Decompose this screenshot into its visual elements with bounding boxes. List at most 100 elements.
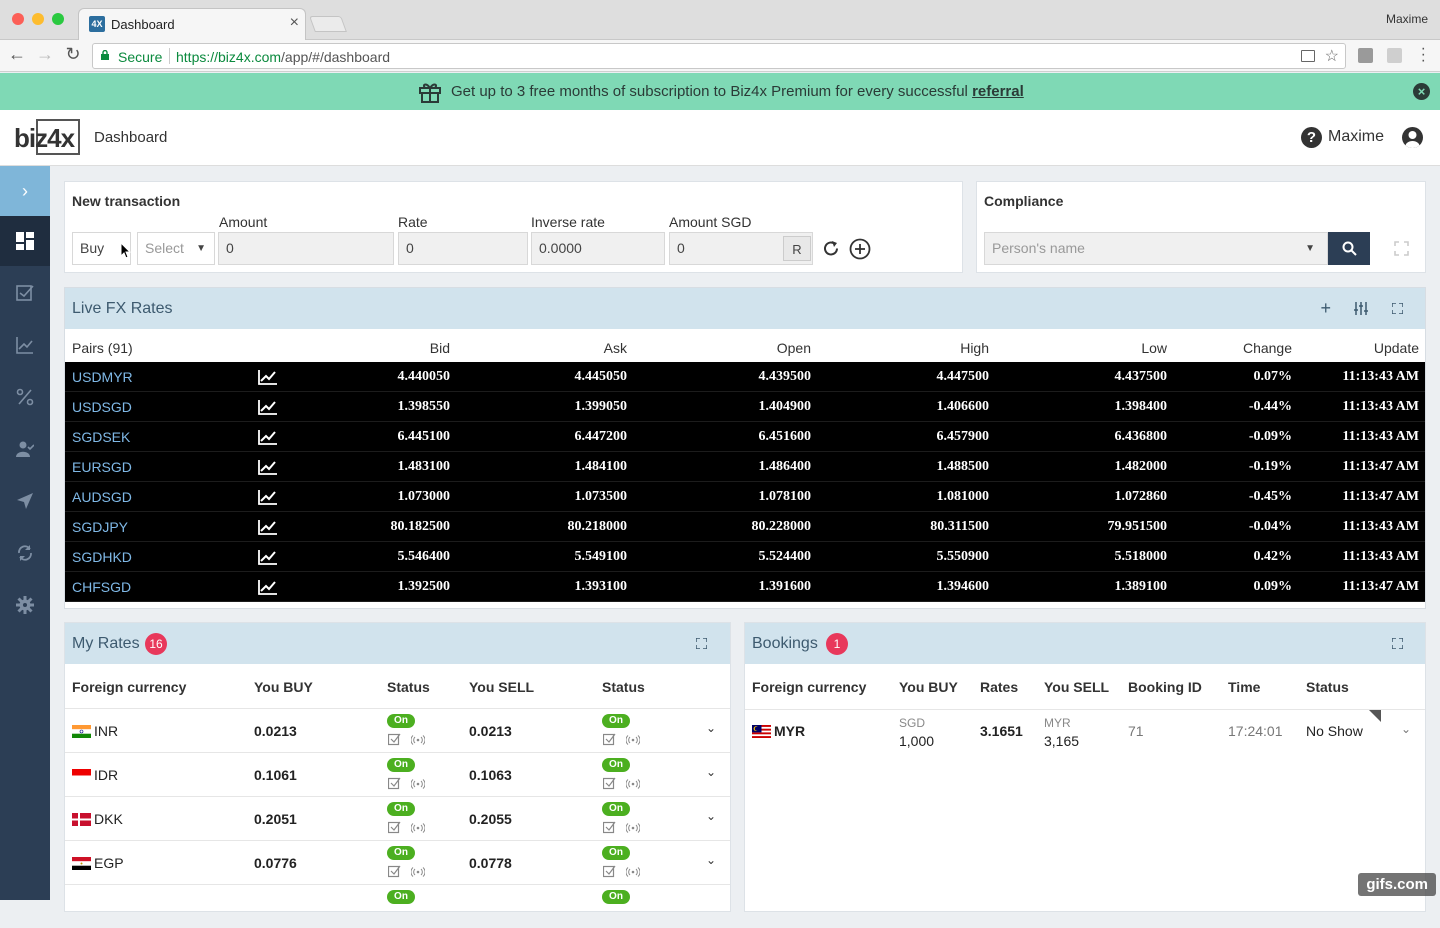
col-pairs[interactable]: Pairs (91) [72,340,133,356]
rate-input[interactable]: 0 [398,232,528,265]
fx-row[interactable]: CHFSGD1.3925001.3931001.3916001.3946001.… [65,572,1425,602]
fx-pair[interactable]: CHFSGD [72,579,131,595]
rate-buy-value[interactable]: 0.0776 [254,855,297,871]
status-on-pill[interactable]: On [387,758,415,772]
r-button[interactable]: R [783,236,811,261]
checkbox-icon[interactable] [388,733,401,746]
chart-icon[interactable] [258,489,278,505]
fx-pair[interactable]: AUDSGD [72,489,132,505]
fx-pair[interactable]: SGDJPY [72,519,128,535]
status-on-pill[interactable]: On [602,890,630,904]
user-avatar-icon[interactable] [1402,127,1423,148]
col-ask[interactable]: Ask [604,340,627,356]
sidebar-item-sync[interactable] [0,528,50,578]
rate-row[interactable]: IDR0.1061On0.1063On⌄ [65,752,730,796]
checkbox-icon[interactable] [603,777,616,790]
chart-icon[interactable] [258,429,278,445]
col-update[interactable]: Update [1374,340,1419,356]
fx-pair[interactable]: USDMYR [72,369,133,385]
sliders-icon[interactable] [1354,302,1368,315]
chart-icon[interactable] [258,459,278,475]
chevron-down-icon[interactable]: ⌄ [706,809,716,823]
sidebar-item-customers[interactable] [0,424,50,474]
fx-row[interactable]: EURSGD1.4831001.4841001.4864001.4885001.… [65,452,1425,482]
fx-row[interactable]: SGDHKD5.5464005.5491005.5244005.5509005.… [65,542,1425,572]
expand-icon[interactable] [1394,241,1409,256]
fx-pair[interactable]: EURSGD [72,459,132,475]
sidebar-item-settings[interactable] [0,580,50,630]
rate-buy-value[interactable]: 0.2051 [254,811,297,827]
broadcast-icon[interactable] [626,823,640,833]
fx-pair[interactable]: USDSGD [72,399,132,415]
status-on-pill[interactable]: On [602,758,630,772]
referral-link[interactable]: referral [972,83,1024,100]
status-on-pill[interactable]: On [602,802,630,816]
minimize-window-button[interactable] [32,13,44,25]
currency-select[interactable]: Select▼ [137,232,215,265]
expand-icon[interactable] [696,638,707,649]
inverse-rate-input[interactable]: 0.0000 [531,232,665,265]
status-on-pill[interactable]: On [602,714,630,728]
refresh-icon[interactable] [822,239,841,258]
rate-row-partial[interactable]: On On [65,884,730,928]
status-on-pill[interactable]: On [387,802,415,816]
chart-icon[interactable] [258,579,278,595]
reload-icon[interactable]: ↻ [62,44,84,65]
checkbox-icon[interactable] [603,821,616,834]
broadcast-icon[interactable] [626,779,640,789]
add-pair-icon[interactable]: + [1320,298,1331,319]
new-tab-button[interactable] [309,16,347,32]
sidebar-toggle-button[interactable]: › [0,166,50,216]
biz4x-logo[interactable]: biz4x [14,118,80,156]
broadcast-icon[interactable] [411,867,425,877]
chart-icon[interactable] [258,369,278,385]
chart-icon[interactable] [258,549,278,565]
close-window-button[interactable] [12,13,24,25]
col-open[interactable]: Open [777,340,811,356]
fx-row[interactable]: AUDSGD1.0730001.0735001.0781001.0810001.… [65,482,1425,512]
rate-row[interactable]: DKK0.2051On0.2055On⌄ [65,796,730,840]
fx-row[interactable]: USDSGD1.3985501.3990501.4049001.4066001.… [65,392,1425,422]
maximize-window-button[interactable] [52,13,64,25]
chevron-down-icon[interactable]: ⌄ [1401,722,1411,736]
broadcast-icon[interactable] [411,779,425,789]
cast-icon[interactable] [1301,50,1315,62]
col-bid[interactable]: Bid [430,340,450,356]
chart-icon[interactable] [258,399,278,415]
expand-icon[interactable] [1392,303,1403,314]
status-on-pill[interactable]: On [387,714,415,728]
col-change[interactable]: Change [1243,340,1292,356]
rate-row[interactable]: EGP0.0776On0.0778On⌄ [65,840,730,884]
browser-tab[interactable]: 4X Dashboard × [78,8,306,40]
chevron-down-icon[interactable]: ⌄ [706,765,716,779]
search-button[interactable] [1328,232,1370,265]
extension-icon[interactable] [1358,48,1373,63]
rate-buy-value[interactable]: 0.0213 [254,723,297,739]
status-on-pill[interactable]: On [602,846,630,860]
back-icon[interactable]: ← [6,44,28,65]
address-bar[interactable]: Secure https://biz4x.com/app/#/dashboard… [92,43,1346,69]
checkbox-icon[interactable] [603,733,616,746]
rate-sell-value[interactable]: 0.0213 [469,723,512,739]
broadcast-icon[interactable] [626,867,640,877]
rate-row[interactable]: INR0.0213On0.0213On⌄ [65,708,730,752]
chevron-down-icon[interactable]: ⌄ [706,721,716,735]
rate-sell-value[interactable]: 0.0778 [469,855,512,871]
sidebar-item-dashboard[interactable] [0,216,50,266]
user-name[interactable]: Maxime [1328,128,1384,146]
sidebar-item-transactions[interactable] [0,268,50,318]
checkbox-icon[interactable] [388,865,401,878]
banner-close-icon[interactable]: × [1413,83,1430,100]
status-on-pill[interactable]: On [387,890,415,904]
help-icon[interactable]: ? [1301,127,1322,148]
shield-extension-icon[interactable] [1387,48,1402,63]
rate-buy-value[interactable]: 0.1061 [254,767,297,783]
add-circle-icon[interactable] [849,238,871,260]
sidebar-item-rates[interactable] [0,372,50,422]
rate-sell-value[interactable]: 0.1063 [469,767,512,783]
status-on-pill[interactable]: On [387,846,415,860]
tab-close-icon[interactable]: × [290,14,299,32]
chevron-down-icon[interactable]: ⌄ [706,853,716,867]
booking-row[interactable]: MYR SGD 1,000 3.1651 MYR 3,165 71 17:24:… [745,709,1425,757]
broadcast-icon[interactable] [626,735,640,745]
